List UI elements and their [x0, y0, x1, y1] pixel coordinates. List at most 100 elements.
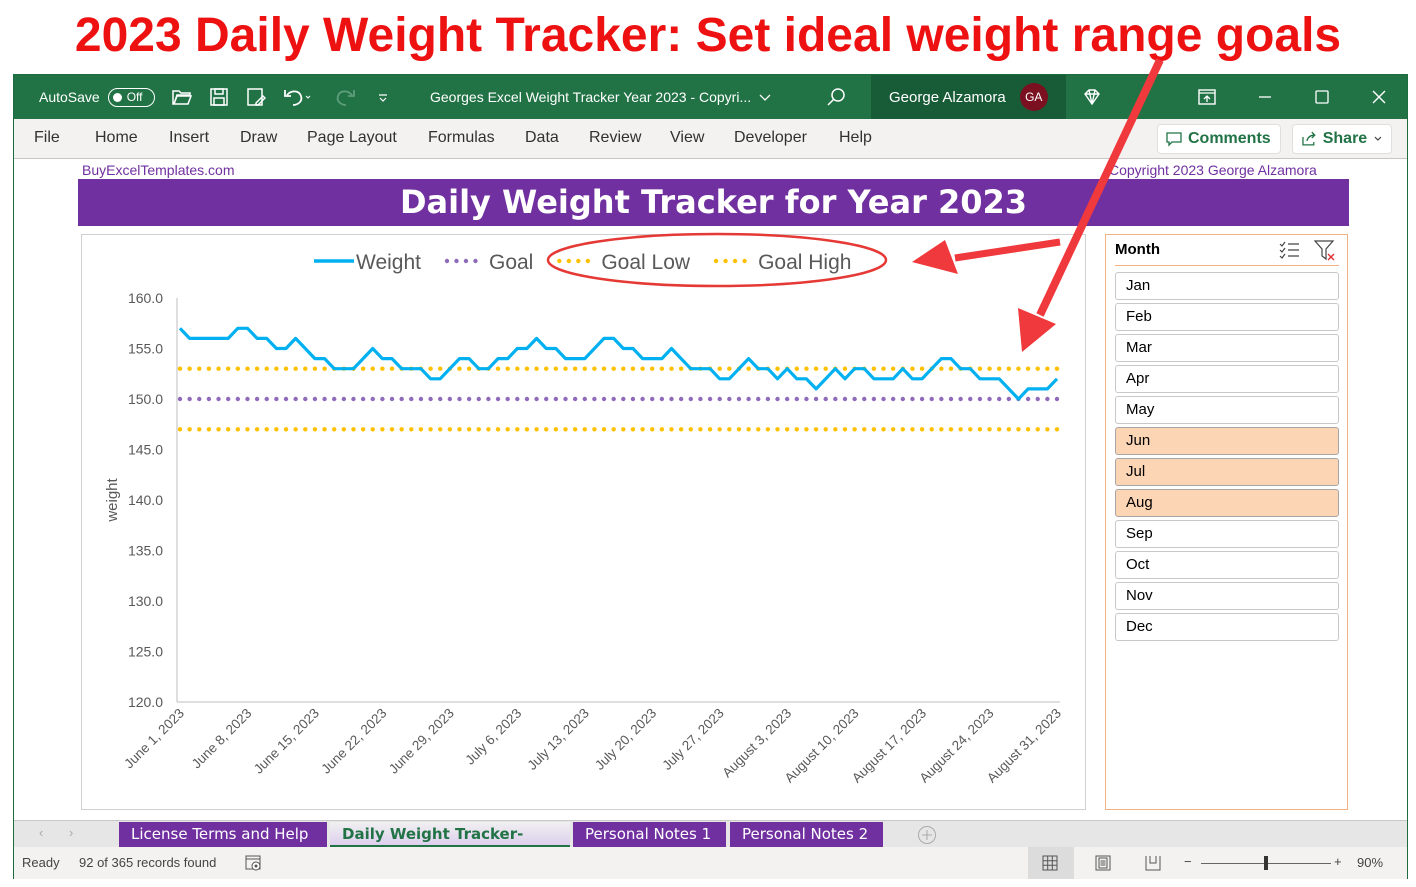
data-point: [939, 427, 944, 432]
comments-button[interactable]: Comments: [1157, 124, 1281, 154]
slicer-item-apr[interactable]: Apr: [1115, 365, 1339, 393]
zoom-level[interactable]: 90%: [1357, 855, 1383, 870]
data-point: [322, 427, 327, 432]
search-icon[interactable]: [826, 87, 846, 107]
user-account[interactable]: George Alzamora GA: [871, 75, 1066, 119]
data-point: [225, 366, 231, 371]
zoom-slider-thumb[interactable]: [1264, 856, 1268, 870]
data-point: [775, 366, 780, 371]
slicer-item-sep[interactable]: Sep: [1115, 520, 1339, 548]
tab-developer[interactable]: Developer: [734, 129, 807, 147]
tab-view[interactable]: View: [670, 129, 704, 147]
weight-chart[interactable]: 160.0 155.0 150.0 145.0 140.0 135.0 130.0 125.0…: [81, 234, 1086, 810]
slicer-item-feb[interactable]: Feb: [1115, 303, 1339, 331]
data-point: [1006, 427, 1012, 432]
tab-page-layout[interactable]: Page Layout: [307, 129, 397, 147]
data-point: [601, 396, 607, 402]
brand-link[interactable]: BuyExcelTemplates.com: [82, 162, 235, 178]
data-point: [784, 396, 790, 402]
y-tick-label: 130.0: [128, 593, 163, 609]
tab-draw[interactable]: Draw: [240, 129, 277, 147]
share-button[interactable]: Share: [1292, 124, 1392, 154]
data-point: [563, 396, 568, 402]
sheet-tab-personal-notes-2[interactable]: Personal Notes 2: [730, 822, 883, 847]
accessibility-icon[interactable]: [245, 854, 263, 872]
data-point: [842, 396, 848, 402]
data-point: [447, 396, 453, 402]
slicer-item-oct[interactable]: Oct: [1115, 551, 1339, 579]
tab-data[interactable]: Data: [525, 129, 559, 147]
add-sheet-icon[interactable]: [917, 825, 937, 845]
page-break-view-icon[interactable]: [1145, 855, 1161, 871]
sheet-tab-personal-notes-1[interactable]: Personal Notes 1: [573, 822, 726, 847]
slicer-item-may[interactable]: May: [1115, 396, 1339, 424]
tab-formulas[interactable]: Formulas: [428, 129, 495, 147]
data-point: [524, 396, 530, 402]
tab-home[interactable]: Home: [95, 129, 138, 147]
tab-help[interactable]: Help: [839, 129, 872, 147]
slicer-item-jun[interactable]: Jun: [1115, 427, 1339, 455]
data-point: [977, 366, 983, 371]
normal-view-button[interactable]: [1028, 847, 1074, 879]
clear-filter-icon[interactable]: [1314, 240, 1336, 262]
data-point: [399, 427, 404, 432]
maximize-icon[interactable]: [1314, 89, 1330, 105]
legend-label: Weight: [356, 251, 421, 274]
data-point: [322, 396, 327, 402]
chart-legend: Weight Goal Goal Low Goal High: [314, 251, 851, 274]
slicer-item-jul[interactable]: Jul: [1115, 458, 1339, 486]
slicer-item-nov[interactable]: Nov: [1115, 582, 1339, 610]
data-point: [245, 366, 250, 371]
slicer-item-dec[interactable]: Dec: [1115, 613, 1339, 641]
document-title[interactable]: Georges Excel Weight Tracker Year 2023 -…: [430, 89, 751, 105]
x-tick-label: August 31, 2023: [984, 706, 1064, 786]
save-as-icon[interactable]: [246, 87, 266, 107]
sheet-tab-daily-weight-tracker[interactable]: Daily Weight Tracker-2023: [330, 822, 570, 867]
scroll-left-icon[interactable]: ‹: [39, 825, 43, 840]
data-point: [669, 396, 674, 402]
page-layout-view-icon[interactable]: [1095, 855, 1111, 871]
data-point: [360, 427, 366, 432]
data-point: [650, 427, 655, 432]
zoom-out-button[interactable]: −: [1184, 854, 1192, 869]
chevron-down-icon[interactable]: [759, 92, 771, 102]
data-point: [177, 366, 183, 371]
slicer-item-jan[interactable]: Jan: [1115, 272, 1339, 300]
data-point: [1035, 427, 1040, 432]
open-folder-icon[interactable]: [172, 88, 192, 106]
tab-review[interactable]: Review: [589, 129, 641, 147]
scroll-right-icon[interactable]: ›: [69, 825, 73, 840]
ribbon-display-icon[interactable]: [1198, 89, 1216, 105]
customize-qat-icon[interactable]: [377, 91, 389, 103]
zoom-in-button[interactable]: +: [1334, 854, 1342, 869]
data-point: [900, 396, 906, 402]
data-point: [177, 396, 183, 402]
chevron-down-icon[interactable]: [1373, 135, 1383, 143]
undo-icon[interactable]: [283, 87, 313, 107]
data-point: [341, 427, 347, 432]
data-point: [794, 366, 799, 371]
status-bar: Ready 92 of 365 records found − + 90%: [14, 847, 1407, 879]
data-point: [1025, 366, 1031, 371]
save-icon[interactable]: [209, 87, 229, 107]
tab-insert[interactable]: Insert: [169, 129, 209, 147]
minimize-icon[interactable]: [1257, 89, 1273, 105]
avatar[interactable]: GA: [1019, 83, 1048, 111]
tab-file[interactable]: File: [34, 129, 60, 147]
series-goal: [177, 396, 1060, 402]
data-point: [707, 396, 713, 402]
autosave-toggle[interactable]: Off: [107, 87, 155, 107]
series-weight-line: [178, 326, 1059, 401]
slicer-item-mar[interactable]: Mar: [1115, 334, 1339, 362]
data-point: [264, 366, 269, 371]
multi-select-icon[interactable]: [1279, 240, 1301, 260]
data-point: [438, 427, 443, 432]
data-point: [1025, 396, 1031, 402]
slicer-item-aug[interactable]: Aug: [1115, 489, 1339, 517]
close-icon[interactable]: [1371, 89, 1387, 105]
diamond-icon[interactable]: [1082, 87, 1102, 107]
data-point: [929, 396, 934, 402]
data-point: [919, 366, 925, 371]
legend-swatch: [742, 258, 747, 264]
sheet-tab-license[interactable]: License Terms and Help: [119, 822, 327, 847]
